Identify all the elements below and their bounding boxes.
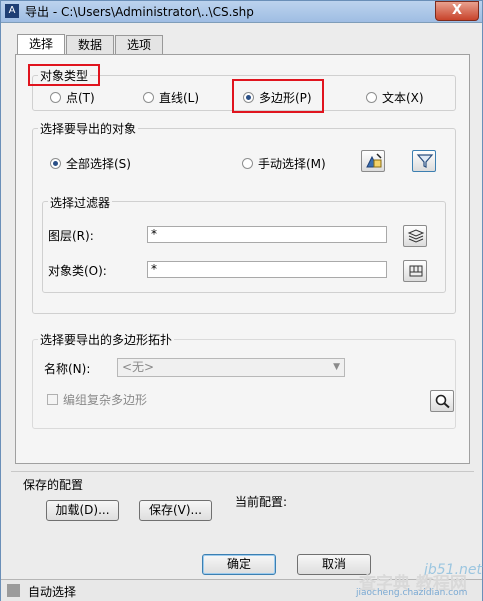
radio-manual-select-label: 手动选择(M) [258,157,326,171]
quick-select-filter-button[interactable] [412,150,436,172]
topology-name-label: 名称(N): [44,362,91,376]
radio-point-label: 点(T) [66,91,95,105]
saved-config-title: 保存的配置 [23,478,84,492]
radio-line[interactable]: 直线(L) [143,89,199,106]
radio-line-dot [143,92,154,103]
tab-select[interactable]: 选择 [17,34,65,56]
topology-name-value: <无> [122,360,155,374]
object-class-label: 对象类(O): [48,264,107,278]
highlight-box-polygon [232,79,324,113]
object-class-icon [409,265,423,277]
watermark-url: jiaocheng.chazidian.com [356,588,468,598]
funnel-icon [416,154,434,168]
tab-panel: 对象类型 点(T) 直线(L) 多边形(P) 文本(X) 选择要导出的对象 全部… [15,54,470,464]
highlight-box-title [28,64,100,86]
group-complex-polygons-label: 编组复杂多边形 [63,393,148,407]
topology-title: 选择要导出的多边形拓扑 [38,331,175,348]
select-objects-title: 选择要导出的对象 [38,120,139,137]
chevron-down-icon: ▼ [333,362,340,372]
topology-name-select[interactable]: <无> ▼ [117,358,345,377]
shapes-select-icon [366,153,382,168]
radio-select-all-dot [50,158,61,169]
filter-title: 选择过滤器 [48,194,113,211]
layer-picker-button[interactable] [403,225,427,247]
topology-browse-button[interactable] [430,390,454,412]
layer-label: 图层(R): [48,229,94,243]
radio-point-dot [50,92,61,103]
radio-text[interactable]: 文本(X) [366,89,424,106]
radio-select-all[interactable]: 全部选择(S) [50,155,131,172]
export-dialog: A 导出 - C:\Users\Administrator\..\CS.shp … [0,0,483,601]
radio-select-all-label: 全部选择(S) [66,157,131,171]
ok-button[interactable]: 确定 [202,554,276,575]
radio-manual-select-dot [242,158,253,169]
title-bar[interactable]: A 导出 - C:\Users\Administrator\..\CS.shp … [1,1,482,23]
select-objects-button[interactable] [361,150,385,172]
radio-manual-select[interactable]: 手动选择(M) [242,155,326,172]
filter-group [42,201,446,293]
topology-group [32,339,456,429]
app-icon: A [5,4,19,18]
radio-line-label: 直线(L) [159,91,200,105]
radio-text-dot [366,92,377,103]
close-button[interactable]: X [435,1,479,21]
current-config-label: 当前配置: [235,495,288,509]
load-config-button[interactable]: 加载(D)... [46,500,119,521]
layers-icon [407,229,425,243]
tab-data[interactable]: 数据 [66,35,114,55]
layer-input[interactable]: * [147,226,387,243]
magnifier-icon [435,394,450,409]
status-text: 自动选择 [28,585,77,599]
group-complex-polygons-checkbox[interactable]: 编组复杂多边形 [47,391,147,408]
tab-options[interactable]: 选项 [115,35,163,55]
save-config-button[interactable]: 保存(V)... [139,500,212,521]
checkbox-box [47,394,58,405]
window-title: 导出 - C:\Users\Administrator\..\CS.shp [25,5,254,19]
radio-text-label: 文本(X) [382,91,424,105]
object-class-input[interactable]: * [147,261,387,278]
radio-point[interactable]: 点(T) [50,89,95,106]
status-icon [7,584,20,597]
object-class-picker-button[interactable] [403,260,427,282]
